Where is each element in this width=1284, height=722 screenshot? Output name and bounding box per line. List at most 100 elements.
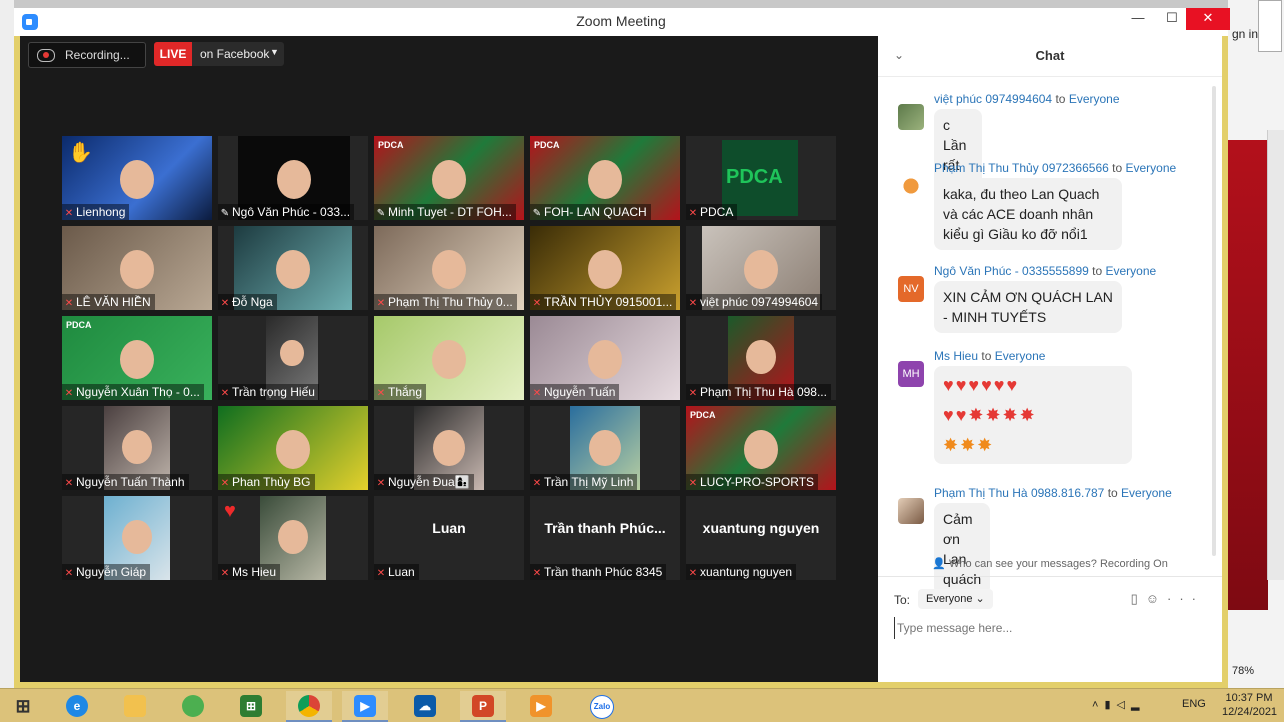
taskbar-onedrive[interactable]: ☁ (402, 691, 448, 720)
participant-face (276, 429, 310, 469)
chat-scrollbar[interactable] (1212, 86, 1216, 556)
participant-tile[interactable]: Trần thanh Phúc... ✕ Trần thanh Phúc 8345 (530, 496, 680, 580)
chat-header: ⌄ Chat (878, 36, 1222, 77)
minimize-button[interactable]: — (1120, 8, 1156, 30)
participant-tile[interactable]: ✕ Nguyễn Giáp (62, 496, 212, 580)
participant-tile[interactable]: ✕ Đỗ Nga (218, 226, 368, 310)
participant-name: Nguyễn Đua👩‍👦 (388, 475, 470, 489)
participant-tile[interactable]: PDCA ✎ FOH- LAN QUACH (530, 136, 680, 220)
participant-tile[interactable]: ✕ Nguyễn Tuấn (530, 316, 680, 400)
chat-bubble: kaka, đu theo Lan Quach và các ACE doanh… (934, 178, 1122, 250)
mic-muted-icon: ✕ (532, 388, 542, 399)
more-icon[interactable]: ··· (1167, 591, 1204, 606)
live-stream-button[interactable]: LIVE on Facebook ▼ (154, 42, 284, 66)
start-button[interactable]: ⊞ (0, 691, 46, 720)
recording-label: Recording... (65, 48, 130, 62)
recording-icon (37, 49, 55, 62)
participant-tile[interactable]: PDCA ✕ LUCY-PRO-SPORTS (686, 406, 836, 490)
participant-tile[interactable]: ✎ Ngô Văn Phúc - 033... (218, 136, 368, 220)
chat-title: Chat (1035, 48, 1065, 63)
taskbar-explorer[interactable] (112, 691, 158, 720)
taskbar-zalo[interactable]: Zalo (578, 691, 624, 720)
mic-muted-icon: ✕ (64, 208, 74, 219)
powerpoint-icon: P (472, 695, 494, 717)
participant-tile[interactable]: ✕ Phạm Thị Thu Thủy 0... (374, 226, 524, 310)
participant-name-bar: ✕ Trần Thị Mỹ Linh (530, 474, 638, 490)
privacy-notice[interactable]: 👤 Who can see your messages? Recording O… (878, 557, 1222, 570)
file-icon[interactable]: ▯ (1131, 591, 1146, 606)
chevron-up-icon[interactable]: ˄ (1092, 699, 1104, 711)
emoji-row: ✸✸✸ (943, 435, 995, 455)
taskbar-chrome[interactable] (286, 691, 332, 722)
participant-face (744, 429, 778, 469)
participant-name-bar: ✕ Phạm Thị Thu Hà 098... (686, 384, 831, 400)
participant-name: việt phúc 0974994604 (700, 295, 819, 309)
network-icon[interactable]: ▂ (1131, 699, 1145, 711)
participant-tile[interactable]: PDCA ✕ Nguyễn Xuân Thọ - 0... (62, 316, 212, 400)
store-icon: ⊞ (240, 695, 262, 717)
language-indicator[interactable]: ENG (1182, 698, 1206, 710)
taskbar-store[interactable]: ⊞ (228, 691, 274, 720)
participant-face (588, 339, 622, 379)
clock[interactable]: 10:37 PM 12/24/2021 (1222, 691, 1277, 719)
participant-tile[interactable]: ✕ Thắng (374, 316, 524, 400)
tray-icons[interactable]: ˄▮◁▂ (1092, 698, 1145, 711)
participant-tile[interactable]: ✕ LÊ VĂN HIỀN (62, 226, 212, 310)
battery-icon[interactable]: ▮ (1104, 699, 1116, 711)
maximize-button[interactable]: ☐ (1154, 8, 1190, 30)
participant-tile[interactable]: ✕ Nguyễn Tuấn Thành (62, 406, 212, 490)
recording-indicator[interactable]: Recording... (28, 42, 146, 68)
raised-hand-icon: ✋ (68, 142, 93, 164)
taskbar-zoom[interactable]: ▶ (342, 691, 388, 722)
taskbar-powerpoint[interactable]: P (460, 691, 506, 722)
participant-name: xuantung nguyen (700, 565, 793, 579)
mic-muted-icon: ✕ (688, 388, 698, 399)
close-button[interactable]: ✕ (1186, 8, 1230, 30)
cloud-icon: ☁ (414, 695, 436, 717)
participant-name: Lienhong (76, 205, 126, 219)
participant-tile[interactable]: Luan ✕ Luan (374, 496, 524, 580)
participant-tile[interactable]: PDCA ✎ Minh Tuyet - DT FOH... (374, 136, 524, 220)
pdca-logo: PDCA (66, 320, 92, 330)
participant-tile[interactable]: PDCA ✕ PDCA (686, 136, 836, 220)
participant-tile[interactable]: ♥ ✕ Ms Hieu (218, 496, 368, 580)
volume-icon[interactable]: ◁ (1117, 699, 1131, 711)
participant-name-bar: ✕ việt phúc 0974994604 (686, 294, 823, 310)
participant-tile[interactable]: ✕ Nguyễn Đua👩‍👦 (374, 406, 524, 490)
participant-tile[interactable]: ✋ ✕ Lienhong (62, 136, 212, 220)
pdca-logo: PDCA (726, 166, 783, 188)
participant-name-bar: ✕ LÊ VĂN HIỀN (62, 294, 155, 310)
mic-muted-icon: ✕ (64, 568, 74, 579)
participant-face (432, 339, 466, 379)
participant-name-bar: ✎ Ngô Văn Phúc - 033... (218, 204, 355, 220)
leaf-app-icon (182, 695, 204, 717)
chat-sender: Phạm Thị Thu Thủy 0972366566 to Everyone (934, 161, 1177, 175)
participant-name-bar: ✕ Nguyễn Đua👩‍👦 (374, 474, 474, 490)
participant-tile[interactable]: xuantung nguyen ✕ xuantung nguyen (686, 496, 836, 580)
participant-face (433, 429, 465, 466)
participant-face (122, 519, 152, 554)
chat-panel: ⌄ Chat việt phúc 0974994604 to Everyone … (878, 36, 1222, 682)
participant-tile[interactable]: ✕ việt phúc 0974994604 (686, 226, 836, 310)
background-red-banner (1228, 140, 1268, 610)
chat-sender: Phạm Thị Thu Hà 0988.816.787 to Everyone (934, 486, 1172, 500)
participant-tile[interactable]: ✕ Phạm Thị Thu Hà 098... (686, 316, 836, 400)
taskbar-media[interactable]: ▶ (518, 691, 564, 720)
participant-tile[interactable]: ✕ TRẦN THỦY 0915001... (530, 226, 680, 310)
windows-icon: ⊞ (15, 696, 31, 716)
emoji-icon[interactable]: ☺ (1146, 591, 1167, 606)
participant-tile[interactable]: ✕ Trần trọng Hiếu (218, 316, 368, 400)
participant-name-bar: ✕ Đỗ Nga (218, 294, 277, 310)
recipient-select[interactable]: Everyone ⌄ (918, 589, 993, 609)
media-player-icon: ▶ (530, 695, 552, 717)
participant-name-bar: ✕ Phan Thủy BG (218, 474, 315, 490)
composer-tools: ▯☺··· (1131, 591, 1204, 607)
participant-tile[interactable]: ✕ Phan Thủy BG (218, 406, 368, 490)
taskbar-ie[interactable]: e (54, 691, 100, 720)
participant-name-bar: ✕ Trần thanh Phúc 8345 (530, 564, 667, 580)
participant-face (589, 429, 621, 466)
taskbar-app-green[interactable] (170, 691, 216, 720)
participant-tile[interactable]: ✕ Trần Thị Mỹ Linh (530, 406, 680, 490)
participant-name-bar: ✕ Luan (374, 564, 419, 580)
chat-message-input[interactable] (894, 617, 1199, 639)
